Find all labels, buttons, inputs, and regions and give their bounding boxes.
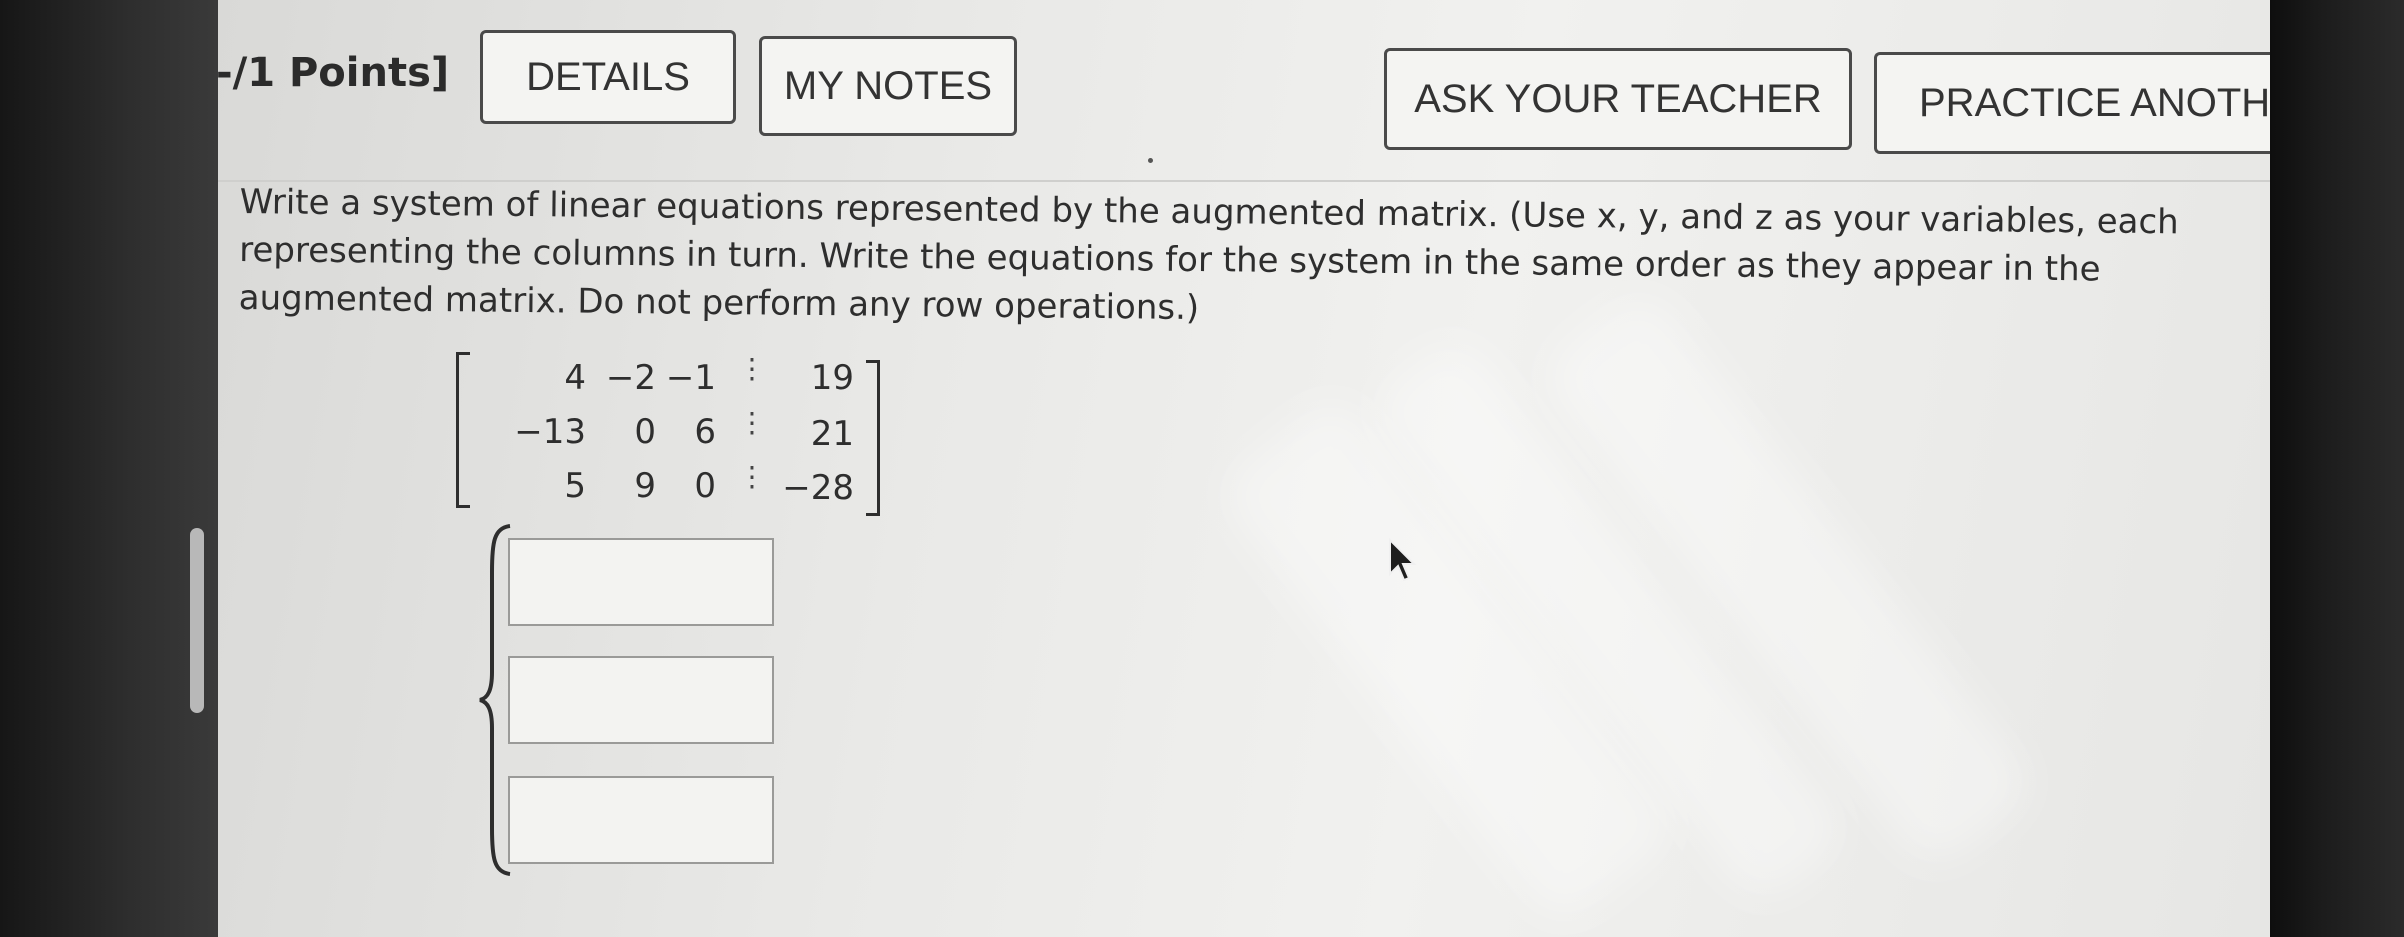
- matrix-separator: ⋮: [738, 406, 766, 439]
- practice-another-button[interactable]: PRACTICE ANOTHER: [1874, 52, 2270, 154]
- screen-glare: [1363, 330, 1853, 910]
- device-bezel-right: [2270, 0, 2404, 937]
- my-notes-button[interactable]: MY NOTES: [759, 36, 1017, 136]
- details-button[interactable]: DETAILS: [480, 30, 736, 124]
- mouse-pointer-icon: [1389, 538, 1417, 582]
- equation-2-input[interactable]: [508, 656, 774, 744]
- question-panel: -/1 Points] DETAILS MY NOTES ASK YOUR TE…: [218, 0, 2270, 937]
- matrix-cell: 4: [564, 358, 586, 398]
- matrix-cell: 19: [810, 358, 854, 398]
- screen-glare: [1212, 390, 1684, 930]
- matrix-cell: 0: [694, 466, 716, 506]
- matrix-cell: −28: [782, 468, 854, 508]
- question-instructions: Write a system of linear equations repre…: [238, 181, 2179, 329]
- matrix-bracket-right: [866, 360, 880, 516]
- device-bezel-left: [0, 0, 218, 937]
- matrix-cell: −1: [665, 358, 716, 398]
- matrix-cell: 21: [810, 414, 854, 454]
- matrix-separator: ⋮: [738, 460, 766, 493]
- matrix-cell: 5: [564, 466, 586, 506]
- points-label: -/1 Points]: [218, 50, 450, 96]
- matrix-cell: 6: [694, 412, 716, 452]
- augmented-matrix: 4 −2 −1 ⋮ 19 −13 0 6 ⋮ 21 5 9 0 ⋮ −28: [456, 352, 886, 516]
- matrix-separator: ⋮: [738, 352, 766, 385]
- screen-glare: [1535, 284, 2041, 876]
- ask-your-teacher-button[interactable]: ASK YOUR TEACHER: [1384, 48, 1852, 150]
- screen-speck: [1148, 158, 1153, 163]
- scrollbar-handle[interactable]: [190, 528, 204, 713]
- question-header: -/1 Points] DETAILS MY NOTES ASK YOUR TE…: [218, 0, 2270, 182]
- matrix-bracket-left: [456, 352, 470, 508]
- equation-1-input[interactable]: [508, 538, 774, 626]
- equation-3-input[interactable]: [508, 776, 774, 864]
- matrix-cell: −13: [514, 412, 586, 452]
